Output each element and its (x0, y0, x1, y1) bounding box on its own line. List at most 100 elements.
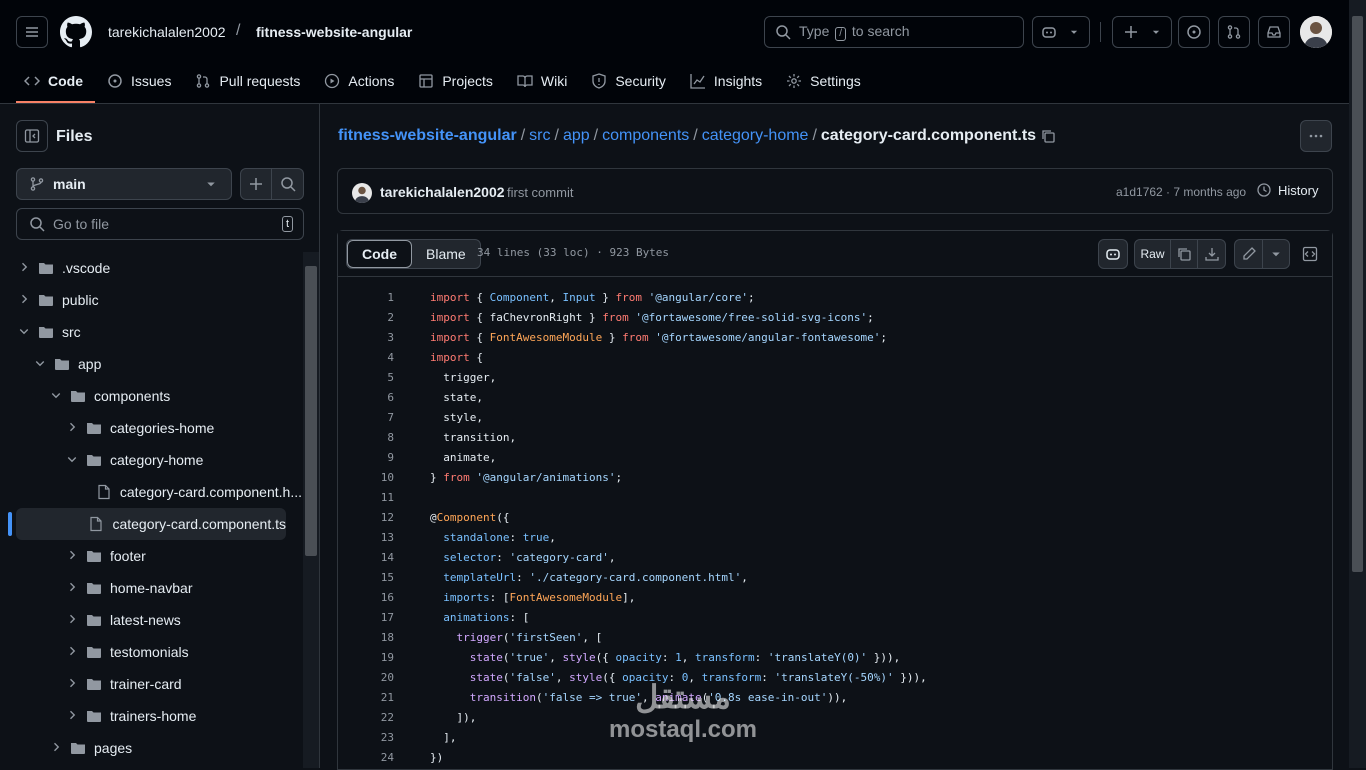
line-number[interactable]: 20 (338, 671, 394, 684)
copilot-button[interactable] (1098, 239, 1128, 269)
menu-button[interactable] (16, 16, 48, 48)
line-number[interactable]: 4 (338, 351, 394, 364)
download-button[interactable] (1198, 240, 1225, 268)
sidebar-scrollbar-thumb[interactable] (305, 266, 317, 556)
commit-meta[interactable]: a1d1762 · 7 months ago (1116, 185, 1246, 199)
commit-message[interactable]: first commit (507, 185, 573, 200)
tree-file-item[interactable]: category-card.component.h... (0, 476, 302, 508)
commit-author-avatar[interactable] (352, 183, 372, 203)
collapse-sidebar-button[interactable] (16, 120, 48, 152)
copy-path-button[interactable] (1040, 128, 1056, 144)
line-number[interactable]: 7 (338, 411, 394, 424)
tree-folder-item[interactable]: app (0, 348, 302, 380)
chevron-down-icon[interactable] (32, 357, 48, 372)
chevron-right-icon[interactable] (64, 677, 80, 692)
line-number[interactable]: 2 (338, 311, 394, 324)
pull-requests-button[interactable] (1218, 16, 1250, 48)
page-scrollbar[interactable] (1349, 0, 1366, 768)
tab-code[interactable]: Code (16, 64, 95, 103)
chevron-right-icon[interactable] (16, 261, 32, 276)
tree-folder-item[interactable]: src (0, 316, 302, 348)
breadcrumb-repo-link[interactable]: fitness-website-angular (338, 127, 517, 144)
tab-actions[interactable]: Actions (316, 64, 406, 98)
line-number[interactable]: 16 (338, 591, 394, 604)
tree-folder-item[interactable]: trainers-home (0, 700, 302, 732)
symbols-panel-button[interactable] (1296, 239, 1324, 269)
history-button[interactable]: History (1256, 182, 1318, 198)
commit-author[interactable]: tarekichalalen2002 (380, 184, 505, 200)
tab-pull-requests[interactable]: Pull requests (187, 64, 312, 98)
sidebar-scrollbar[interactable] (303, 252, 319, 768)
tab-projects[interactable]: Projects (410, 64, 505, 98)
line-number[interactable]: 13 (338, 531, 394, 544)
chevron-down-icon[interactable] (48, 389, 64, 404)
line-number[interactable]: 1 (338, 291, 394, 304)
edit-options-button[interactable] (1263, 240, 1289, 268)
chevron-right-icon[interactable] (16, 293, 32, 308)
line-number[interactable]: 22 (338, 711, 394, 724)
line-number[interactable]: 21 (338, 691, 394, 704)
go-to-file-input[interactable]: Go to file t (16, 208, 304, 240)
tab-wiki[interactable]: Wiki (509, 64, 579, 98)
line-number[interactable]: 8 (338, 431, 394, 444)
tab-security[interactable]: Security (583, 64, 678, 98)
create-new-button[interactable] (1112, 16, 1172, 48)
line-number[interactable]: 3 (338, 331, 394, 344)
edit-file-button[interactable] (1235, 240, 1263, 268)
tree-folder-item[interactable]: categories-home (0, 412, 302, 444)
chevron-right-icon[interactable] (64, 613, 80, 628)
branch-selector[interactable]: main (16, 168, 232, 200)
chevron-right-icon[interactable] (48, 741, 64, 756)
line-number[interactable]: 11 (338, 491, 394, 504)
tree-file-item[interactable]: category-card.component.ts (8, 508, 286, 540)
tree-folder-item[interactable]: .vscode (0, 252, 302, 284)
search-input[interactable]: Type / to search (764, 16, 1024, 48)
line-number[interactable]: 23 (338, 731, 394, 744)
more-options-button[interactable] (1300, 120, 1332, 152)
line-number[interactable]: 17 (338, 611, 394, 624)
raw-button[interactable]: Raw (1135, 240, 1171, 268)
chevron-down-icon[interactable] (16, 325, 32, 340)
chevron-right-icon[interactable] (64, 421, 80, 436)
tree-folder-item[interactable]: home-navbar (0, 572, 302, 604)
page-scrollbar-thumb[interactable] (1352, 16, 1363, 572)
copilot-menu-button[interactable] (1032, 16, 1090, 48)
tree-folder-item[interactable]: category-home (0, 444, 302, 476)
add-file-button[interactable] (241, 169, 273, 199)
chevron-down-icon[interactable] (64, 453, 80, 468)
search-files-button[interactable] (272, 169, 303, 199)
tab-settings[interactable]: Settings (778, 64, 873, 98)
line-number[interactable]: 5 (338, 371, 394, 384)
blame-view-button[interactable]: Blame (412, 240, 480, 268)
avatar[interactable] (1300, 16, 1332, 48)
tree-folder-item[interactable]: public (0, 284, 302, 316)
tree-folder-item[interactable]: components (0, 380, 302, 412)
tree-folder-item[interactable]: footer (0, 540, 302, 572)
line-number[interactable]: 10 (338, 471, 394, 484)
tree-folder-item[interactable]: testomonials (0, 636, 302, 668)
tree-folder-item[interactable]: pages (0, 732, 302, 764)
issues-button[interactable] (1178, 16, 1210, 48)
repo-owner-link[interactable]: tarekichalalen2002 (108, 24, 226, 40)
inbox-button[interactable] (1258, 16, 1290, 48)
line-number[interactable]: 24 (338, 751, 394, 764)
chevron-right-icon[interactable] (64, 709, 80, 724)
line-number[interactable]: 18 (338, 631, 394, 644)
line-number[interactable]: 15 (338, 571, 394, 584)
chevron-right-icon[interactable] (64, 645, 80, 660)
repo-name-link[interactable]: fitness-website-angular (256, 24, 412, 40)
tab-insights[interactable]: Insights (682, 64, 774, 98)
line-number[interactable]: 12 (338, 511, 394, 524)
chevron-right-icon[interactable] (64, 549, 80, 564)
line-number[interactable]: 19 (338, 651, 394, 664)
tree-folder-item[interactable]: latest-news (0, 604, 302, 636)
tab-issues[interactable]: Issues (99, 64, 183, 98)
line-number[interactable]: 6 (338, 391, 394, 404)
line-number[interactable]: 14 (338, 551, 394, 564)
breadcrumb-app-link[interactable]: app (563, 127, 590, 144)
breadcrumb-components-link[interactable]: components (602, 127, 689, 144)
tree-folder-item[interactable]: trainer-card (0, 668, 302, 700)
copy-raw-button[interactable] (1171, 240, 1198, 268)
breadcrumb-category-home-link[interactable]: category-home (702, 127, 809, 144)
line-number[interactable]: 9 (338, 451, 394, 464)
